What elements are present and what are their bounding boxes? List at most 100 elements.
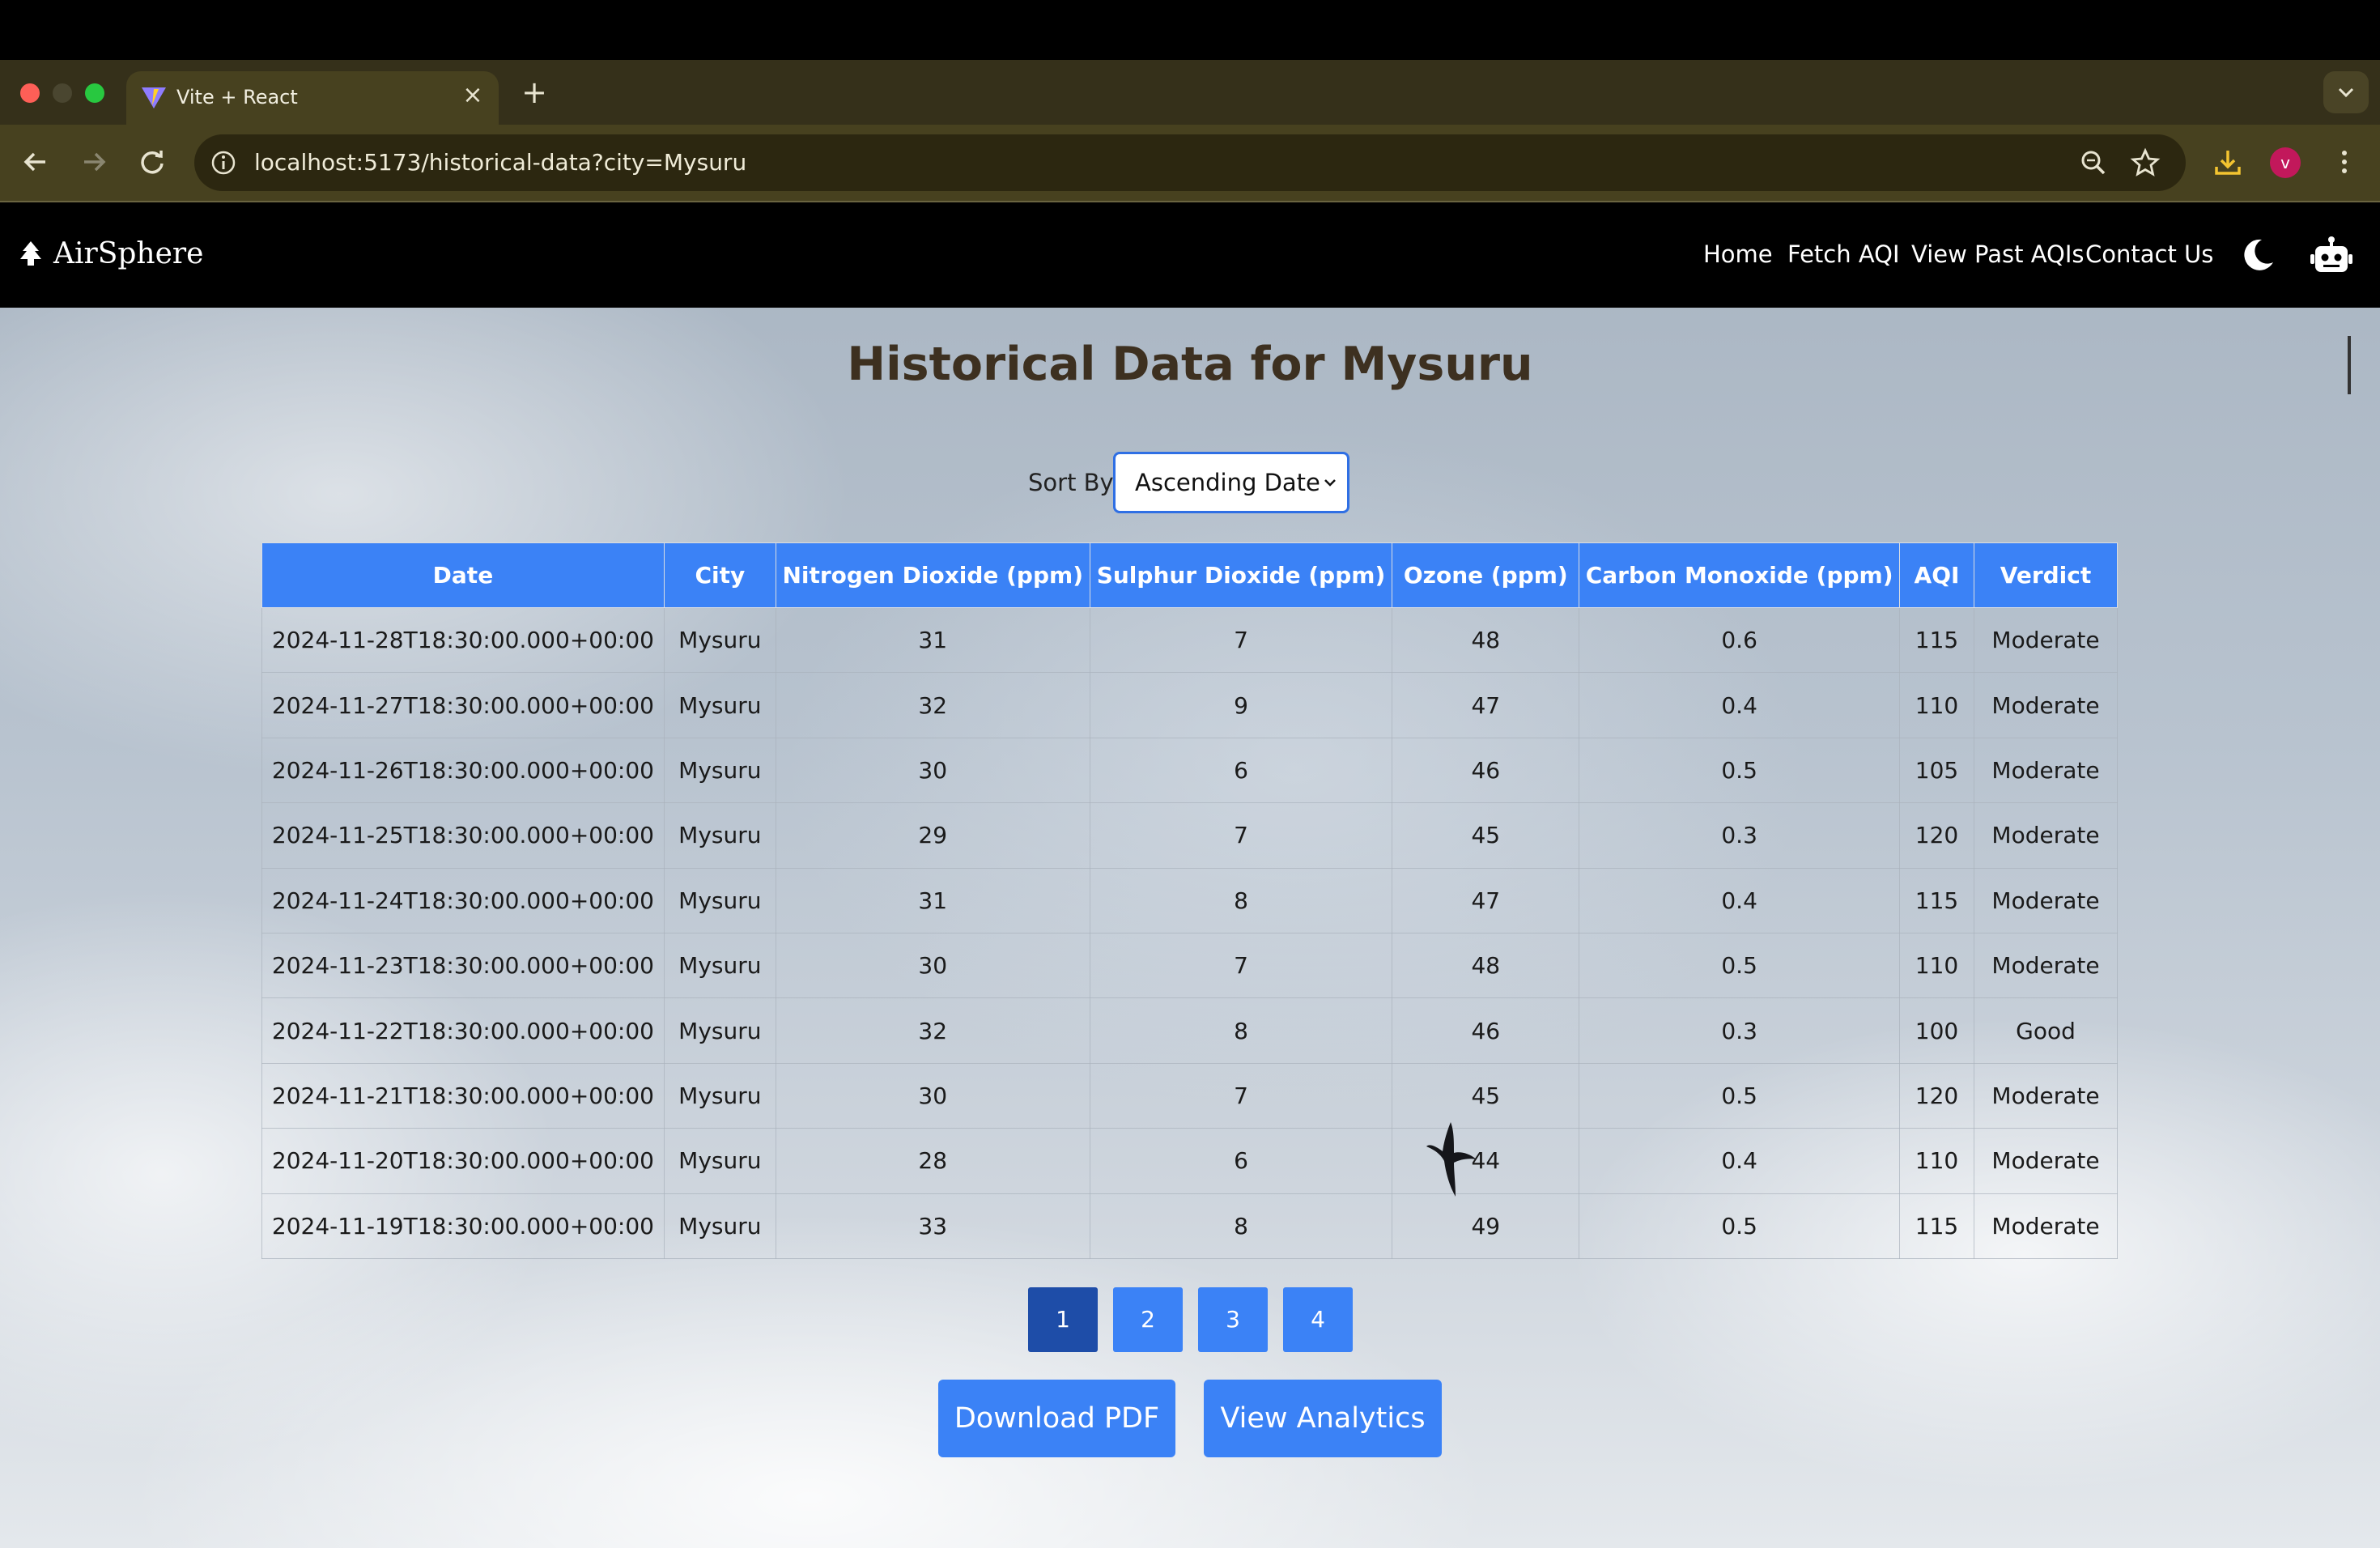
cell-ozone: 48 [1392, 932, 1580, 999]
view-analytics-button[interactable]: View Analytics [1204, 1380, 1442, 1457]
cell-no2: 30 [775, 932, 1090, 999]
cell-co: 0.4 [1579, 1128, 1901, 1194]
dark-mode-moon-icon[interactable] [2238, 235, 2278, 275]
browser-tab[interactable]: Vite + React × [126, 71, 499, 125]
cell-date: 2024-11-20T18:30:00.000+00:00 [261, 1128, 665, 1194]
cell-city: Mysuru [663, 1062, 776, 1129]
cell-ozone: 49 [1392, 1193, 1580, 1259]
table-header-row: Date City Nitrogen Dioxide (ppm) Sulphur… [261, 542, 2119, 608]
cell-ozone: 46 [1392, 737, 1580, 804]
cell-so2: 9 [1089, 672, 1393, 738]
cell-ozone: 45 [1392, 1062, 1580, 1129]
column-header-verdict[interactable]: Verdict [1973, 542, 2119, 608]
cell-city: Mysuru [663, 1128, 776, 1194]
brand-name[interactable]: AirSphere [53, 233, 203, 275]
cell-verdict: Moderate [1973, 1062, 2119, 1129]
cell-verdict: Moderate [1973, 1193, 2119, 1259]
cell-so2: 6 [1089, 737, 1393, 804]
cell-date: 2024-11-21T18:30:00.000+00:00 [261, 1062, 665, 1129]
tab-search-button[interactable] [2323, 71, 2369, 113]
cell-so2: 7 [1089, 1062, 1393, 1129]
download-icon[interactable] [2212, 146, 2244, 178]
window-zoom-button[interactable] [85, 83, 104, 103]
cell-aqi: 115 [1899, 867, 1974, 933]
window-minimize-button[interactable] [53, 83, 72, 103]
cell-ozone: 47 [1392, 867, 1580, 933]
bookmark-star-icon[interactable] [2129, 147, 2161, 179]
chatbot-robot-icon[interactable] [2309, 235, 2354, 280]
cell-co: 0.3 [1579, 997, 1901, 1064]
page-button-2[interactable]: 2 [1113, 1287, 1183, 1352]
page-button-1[interactable]: 1 [1028, 1287, 1098, 1352]
cell-co: 0.3 [1579, 802, 1901, 869]
page-button-4[interactable]: 4 [1283, 1287, 1353, 1352]
column-header-ozone[interactable]: Ozone (ppm) [1392, 542, 1580, 608]
browser-menu-icon[interactable] [2328, 146, 2361, 178]
cell-no2: 29 [775, 802, 1090, 869]
cell-co: 0.4 [1579, 867, 1901, 933]
cell-city: Mysuru [663, 932, 776, 999]
cell-co: 0.5 [1579, 737, 1901, 804]
table-row: 2024-11-19T18:30:00.000+00:00 Mysuru 33 8 49… [261, 1193, 2119, 1259]
table-row: 2024-11-27T18:30:00.000+00:00 Mysuru 32 9 47… [261, 672, 2119, 738]
sort-select[interactable]: Ascending Date [1113, 452, 1349, 513]
page-button-3[interactable]: 3 [1198, 1287, 1268, 1352]
nav-view-past-aqis[interactable]: View Past AQIs [1911, 233, 2085, 275]
table-row: 2024-11-23T18:30:00.000+00:00 Mysuru 30 7 48… [261, 932, 2119, 999]
cell-so2: 7 [1089, 606, 1393, 674]
tab-title: Vite + React [176, 86, 298, 108]
cell-verdict: Moderate [1973, 867, 2119, 933]
nav-home[interactable]: Home [1703, 233, 1773, 275]
reload-icon[interactable] [131, 141, 173, 183]
back-icon[interactable] [15, 141, 57, 183]
cell-aqi: 115 [1899, 606, 1974, 674]
column-header-co[interactable]: Carbon Monoxide (ppm) [1579, 542, 1901, 608]
cell-city: Mysuru [663, 672, 776, 738]
site-info-icon[interactable] [209, 148, 238, 177]
column-header-no2[interactable]: Nitrogen Dioxide (ppm) [775, 542, 1090, 608]
tab-close-icon[interactable]: × [458, 81, 487, 110]
profile-avatar[interactable]: v [2270, 147, 2301, 178]
new-tab-button[interactable]: + [518, 76, 550, 108]
cell-date: 2024-11-25T18:30:00.000+00:00 [261, 802, 665, 869]
column-header-aqi[interactable]: AQI [1899, 542, 1974, 608]
url-text[interactable]: localhost:5173/historical-data?city=Mysu… [254, 134, 746, 191]
cell-ozone: 48 [1392, 606, 1580, 674]
cell-so2: 7 [1089, 932, 1393, 999]
table-row: 2024-11-24T18:30:00.000+00:00 Mysuru 31 8 47… [261, 867, 2119, 933]
zoom-icon[interactable] [2077, 147, 2110, 179]
nav-contact-us[interactable]: Contact Us [2085, 233, 2213, 275]
cell-co: 0.5 [1579, 1193, 1901, 1259]
window-close-button[interactable] [20, 83, 40, 103]
nav-fetch-aqi[interactable]: Fetch AQI [1787, 233, 1900, 275]
cell-so2: 6 [1089, 1128, 1393, 1194]
historical-data-table: Date City Nitrogen Dioxide (ppm) Sulphur… [261, 542, 2119, 1259]
cell-verdict: Moderate [1973, 932, 2119, 999]
cell-aqi: 110 [1899, 1128, 1974, 1194]
cell-no2: 32 [775, 997, 1090, 1064]
cell-co: 0.5 [1579, 932, 1901, 999]
cell-city: Mysuru [663, 737, 776, 804]
forward-icon[interactable] [73, 141, 115, 183]
cell-no2: 30 [775, 1062, 1090, 1129]
cell-city: Mysuru [663, 867, 776, 933]
cell-aqi: 100 [1899, 997, 1974, 1064]
cell-date: 2024-11-27T18:30:00.000+00:00 [261, 672, 665, 738]
table-row: 2024-11-21T18:30:00.000+00:00 Mysuru 30 7 45… [261, 1062, 2119, 1129]
cell-aqi: 110 [1899, 932, 1974, 999]
cell-city: Mysuru [663, 802, 776, 869]
address-bar[interactable]: localhost:5173/historical-data?city=Mysu… [194, 134, 2186, 191]
cell-city: Mysuru [663, 1193, 776, 1259]
column-header-date[interactable]: Date [261, 542, 665, 608]
vite-icon [142, 87, 166, 108]
cell-ozone: 46 [1392, 997, 1580, 1064]
cell-ozone: 44 [1392, 1128, 1580, 1194]
cell-verdict: Moderate [1973, 1128, 2119, 1194]
column-header-so2[interactable]: Sulphur Dioxide (ppm) [1089, 542, 1393, 608]
cell-no2: 33 [775, 1193, 1090, 1259]
download-pdf-button[interactable]: Download PDF [938, 1380, 1175, 1457]
table-row: 2024-11-22T18:30:00.000+00:00 Mysuru 32 8 46… [261, 997, 2119, 1064]
cell-no2: 31 [775, 867, 1090, 933]
column-header-city[interactable]: City [663, 542, 776, 608]
sort-label: Sort By: [1028, 469, 1120, 496]
